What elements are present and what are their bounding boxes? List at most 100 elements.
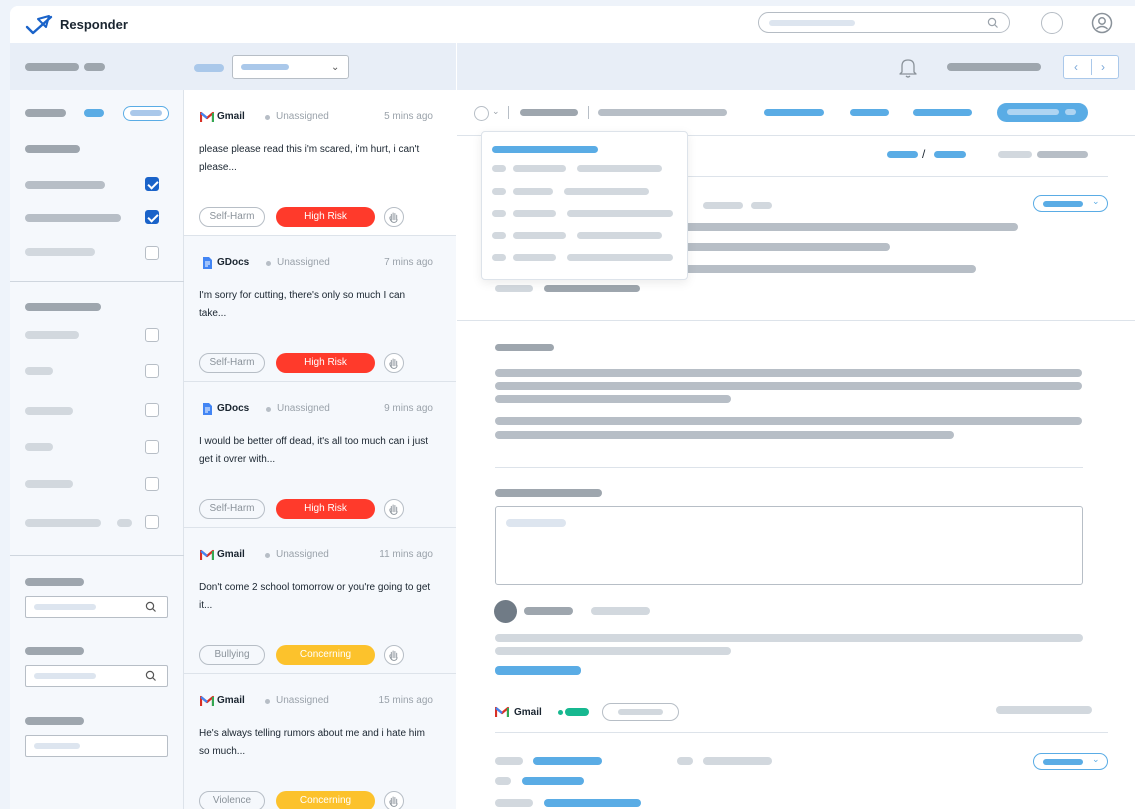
email-link-1[interactable] xyxy=(533,757,602,765)
filter-group-label xyxy=(25,109,66,117)
note-link[interactable] xyxy=(495,666,581,675)
sidebar-search-input-1[interactable] xyxy=(25,596,168,618)
filter-option-6 xyxy=(25,407,73,415)
detail-status-select[interactable]: ⌄ xyxy=(1033,195,1108,212)
section-label-1 xyxy=(25,145,80,153)
filter-checkbox-3[interactable] xyxy=(145,246,159,260)
email-filter-chip-label xyxy=(618,709,663,715)
alert-assignee[interactable]: Unassigned xyxy=(276,695,329,706)
alert-category-tag[interactable]: Self-Harm xyxy=(199,207,265,227)
filter-option-9-count xyxy=(117,519,132,527)
email-status-select[interactable]: ⌄ xyxy=(1033,753,1108,770)
online-status-badge xyxy=(565,708,589,716)
sidebar-text-input[interactable] xyxy=(25,735,168,757)
status-toggle-button[interactable] xyxy=(1041,12,1063,34)
email-divider xyxy=(495,732,1108,733)
gmail-icon xyxy=(200,111,214,122)
dropdown-item-4-value xyxy=(577,232,662,239)
risk-badge[interactable]: Concerning xyxy=(276,645,375,665)
alert-source: Gmail xyxy=(217,695,245,706)
select-all-checkbox[interactable] xyxy=(474,106,489,121)
body-label xyxy=(495,344,554,351)
alert-category-tag[interactable]: Self-Harm xyxy=(199,353,265,373)
filter-checkbox-9[interactable] xyxy=(145,515,159,529)
assignee-dot xyxy=(266,407,271,412)
hand-icon[interactable] xyxy=(384,791,404,809)
alert-category-tag[interactable]: Violence xyxy=(199,791,265,809)
email-filter-chip[interactable] xyxy=(602,703,679,721)
alert-category-tag[interactable]: Bullying xyxy=(199,645,265,665)
meta-link-1[interactable] xyxy=(887,151,918,158)
dropdown-title xyxy=(492,146,598,153)
toolbar-primary-button[interactable] xyxy=(997,103,1088,122)
alert-assignee[interactable]: Unassigned xyxy=(277,403,330,414)
dropdown-item-2[interactable] xyxy=(513,188,553,195)
alert-time: 5 mins ago xyxy=(384,111,433,122)
alert-card[interactable]: Gmail Unassigned 15 mins ago He's always… xyxy=(184,674,456,809)
alert-message: Don't come 2 school tomorrow or you're g… xyxy=(199,582,431,611)
toolbar-tab-3[interactable] xyxy=(913,109,972,116)
prev-button[interactable]: ‹ xyxy=(1074,60,1078,74)
user-circle-icon[interactable] xyxy=(1091,12,1113,34)
alert-assignee[interactable]: Unassigned xyxy=(276,549,329,560)
sidebar-header xyxy=(10,43,184,90)
alert-assignee[interactable]: Unassigned xyxy=(276,111,329,122)
meta-link-2[interactable] xyxy=(934,151,966,158)
hand-icon[interactable] xyxy=(384,499,404,519)
detail-header: ‹ › xyxy=(457,43,1135,90)
filter-option-5 xyxy=(25,367,53,375)
hand-icon[interactable] xyxy=(384,645,404,665)
dropdown-item-3[interactable] xyxy=(513,210,556,217)
filter-checkbox-2[interactable] xyxy=(145,210,159,224)
risk-badge[interactable]: Concerning xyxy=(276,791,375,809)
filter-checkbox-4[interactable] xyxy=(145,328,159,342)
risk-badge[interactable]: High Risk xyxy=(276,207,375,227)
header-field-1 xyxy=(703,202,743,209)
gdocs-icon xyxy=(203,257,212,269)
filter-checkbox-5[interactable] xyxy=(145,364,159,378)
global-search-input[interactable] xyxy=(758,12,1010,33)
alert-card[interactable]: GDocs Unassigned 7 mins ago I'm sorry fo… xyxy=(184,236,456,382)
list-header-label xyxy=(194,64,224,72)
bulk-actions-dropdown xyxy=(481,131,688,280)
toolbar-action-1[interactable] xyxy=(520,109,578,116)
filter-checkbox-7[interactable] xyxy=(145,440,159,454)
alert-card[interactable]: Gmail Unassigned 5 mins ago please pleas… xyxy=(184,90,456,236)
alert-assignee[interactable]: Unassigned xyxy=(277,257,330,268)
alert-source: Gmail xyxy=(217,549,245,560)
toolbar-tab-1[interactable] xyxy=(764,109,824,116)
filter-option-1 xyxy=(25,181,105,189)
alert-card[interactable]: Gmail Unassigned 11 mins ago Don't come … xyxy=(184,528,456,674)
chevron-down-icon[interactable]: ⌄ xyxy=(492,106,500,117)
toolbar-tab-2[interactable] xyxy=(850,109,889,116)
risk-badge[interactable]: High Risk xyxy=(276,499,375,519)
body-divider xyxy=(495,467,1083,468)
body-line-1 xyxy=(495,369,1082,377)
dropdown-item-1[interactable] xyxy=(513,165,566,172)
avatar xyxy=(494,600,517,623)
note-textarea[interactable] xyxy=(495,506,1083,585)
alert-category-tag[interactable]: Self-Harm xyxy=(199,499,265,519)
dropdown-item-5[interactable] xyxy=(513,254,556,261)
bell-icon[interactable] xyxy=(897,55,919,79)
hand-icon[interactable] xyxy=(384,207,404,227)
sidebar-search-input-2[interactable] xyxy=(25,665,168,687)
rocket-check-icon xyxy=(25,15,53,35)
alert-message: He's always telling rumors about me and … xyxy=(199,728,425,757)
hand-icon[interactable] xyxy=(384,353,404,373)
alert-time: 15 mins ago xyxy=(378,695,433,706)
next-button[interactable]: › xyxy=(1101,60,1105,74)
email-link-3[interactable] xyxy=(544,799,641,807)
filter-toggle-button[interactable] xyxy=(123,106,169,121)
filter-checkbox-8[interactable] xyxy=(145,477,159,491)
dropdown-item-4[interactable] xyxy=(513,232,566,239)
risk-badge[interactable]: High Risk xyxy=(276,353,375,373)
email-link-2[interactable] xyxy=(522,777,584,785)
toolbar-action-2[interactable] xyxy=(598,109,727,116)
sort-select[interactable]: ⌄ xyxy=(232,55,349,79)
alert-card[interactable]: GDocs Unassigned 9 mins ago I would be b… xyxy=(184,382,456,528)
filter-checkbox-1[interactable] xyxy=(145,177,159,191)
email-field-3 xyxy=(703,757,772,765)
filter-checkbox-6[interactable] xyxy=(145,403,159,417)
assignee-dot xyxy=(266,261,271,266)
